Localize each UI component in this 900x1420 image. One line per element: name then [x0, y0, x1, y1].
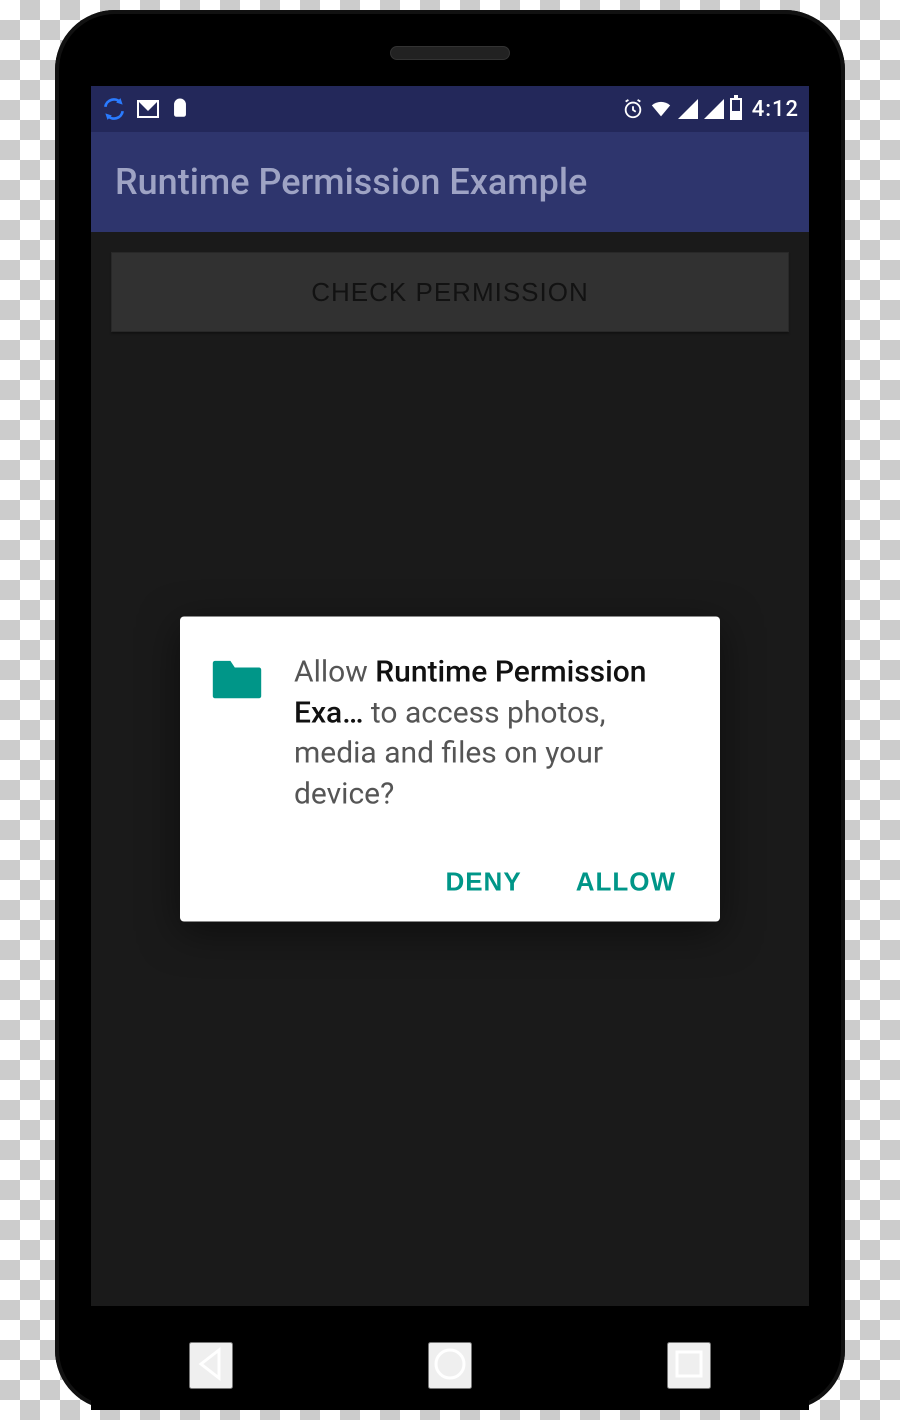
app-title: Runtime Permission Example — [115, 161, 587, 203]
alarm-icon — [622, 98, 644, 120]
navigation-bar — [91, 1320, 809, 1410]
allow-button[interactable]: ALLOW — [572, 857, 680, 908]
signal-icon — [678, 99, 698, 119]
dialog-actions: DENY ALLOW — [210, 857, 690, 908]
nav-recent-button[interactable] — [667, 1342, 711, 1389]
folder-icon — [210, 657, 264, 815]
main-content: CHECK PERMISSION Allow Runtime Permissio… — [91, 232, 809, 1306]
dialog-body: Allow Runtime Permission Exa… to access … — [210, 653, 690, 815]
battery-icon — [730, 98, 742, 120]
sync-icon — [101, 96, 127, 122]
nav-home-button[interactable] — [428, 1342, 472, 1389]
status-right: 4:12 — [622, 97, 799, 122]
signal-icon-2 — [704, 99, 724, 119]
phone-frame: 4:12 Runtime Permission Example CHECK PE… — [55, 10, 845, 1410]
status-bar: 4:12 — [91, 86, 809, 132]
status-clock: 4:12 — [752, 97, 799, 122]
gmail-icon — [137, 100, 159, 118]
wifi-icon — [650, 98, 672, 120]
nav-back-button[interactable] — [189, 1342, 233, 1389]
permission-dialog: Allow Runtime Permission Exa… to access … — [180, 617, 720, 922]
phone-speaker — [390, 46, 510, 60]
status-left — [101, 96, 191, 122]
app-bar: Runtime Permission Example — [91, 132, 809, 232]
screen: 4:12 Runtime Permission Example CHECK PE… — [91, 86, 809, 1306]
deny-button[interactable]: DENY — [441, 857, 525, 908]
dialog-text-prefix: Allow — [294, 655, 375, 690]
android-icon — [169, 98, 191, 120]
dialog-text: Allow Runtime Permission Exa… to access … — [294, 653, 690, 815]
